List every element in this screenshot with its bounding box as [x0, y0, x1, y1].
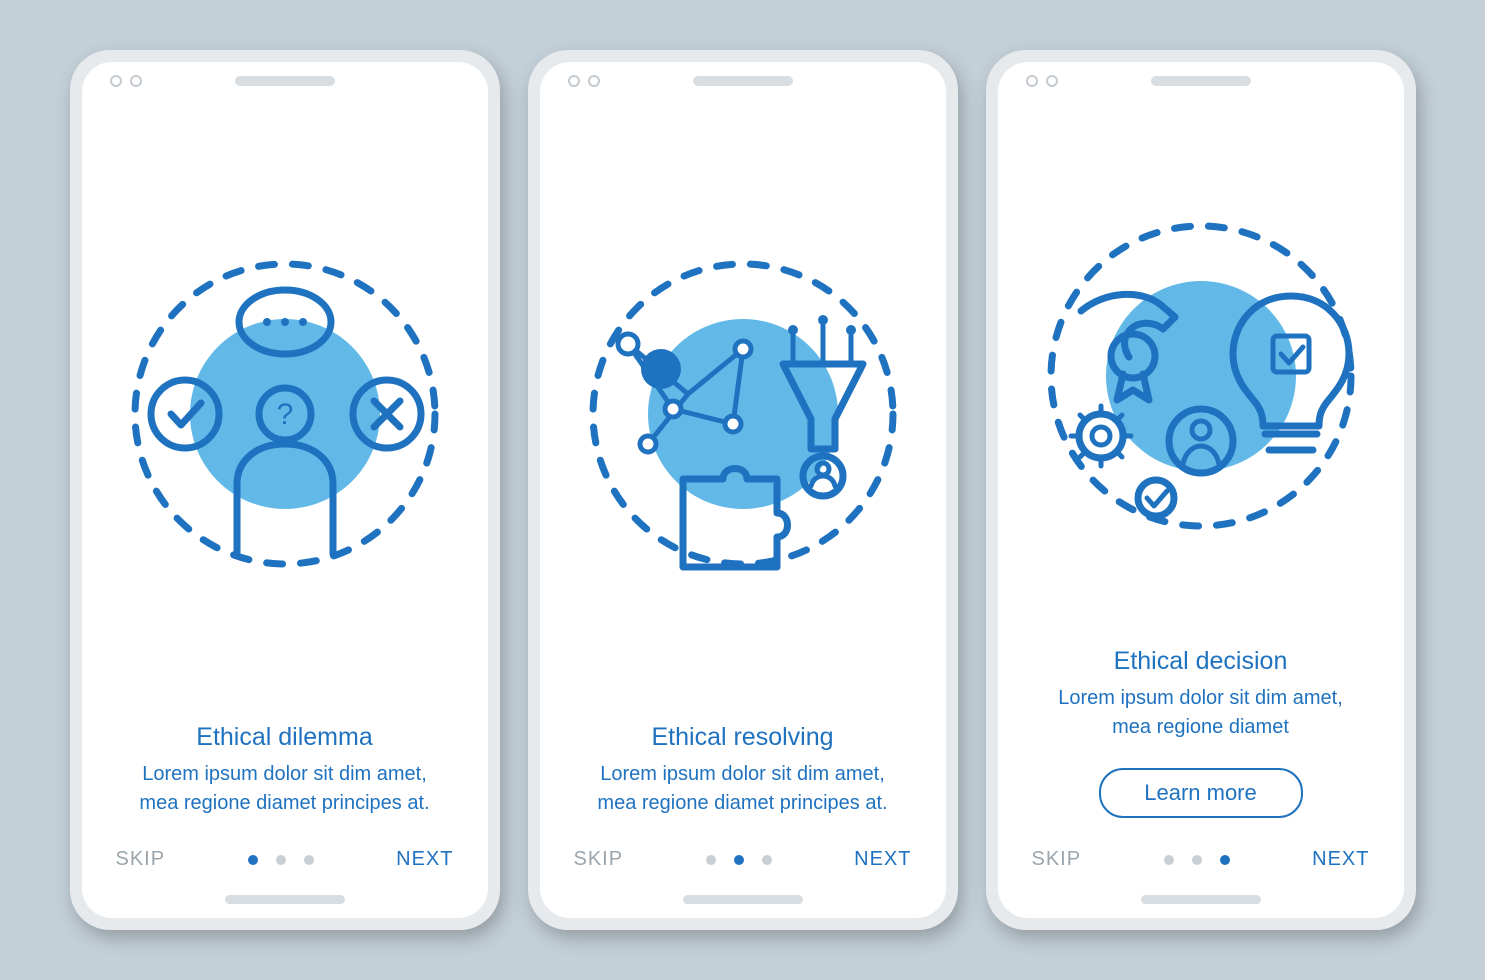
pager-dot[interactable] [762, 855, 772, 865]
pager-dot[interactable] [304, 855, 314, 865]
illustration [998, 92, 1404, 635]
home-indicator [1141, 895, 1261, 904]
illustration: ? [82, 92, 488, 711]
pager-dot[interactable] [1192, 855, 1202, 865]
dilemma-icon: ? [125, 254, 445, 574]
pager [248, 855, 314, 865]
onboarding-title: Ethical dilemma [82, 711, 488, 760]
resolving-icon [583, 254, 903, 574]
learn-more-button[interactable]: Learn more [1099, 768, 1303, 818]
camera-dots [568, 75, 600, 87]
onboarding-body: Lorem ipsum dolor sit dim amet, mea regi… [540, 760, 946, 818]
pager-dot[interactable] [276, 855, 286, 865]
svg-text:?: ? [276, 398, 293, 431]
speaker-icon [235, 76, 335, 86]
skip-button[interactable]: SKIP [116, 848, 166, 871]
decision-icon [1041, 216, 1361, 536]
status-bar [82, 62, 488, 92]
pager-dot[interactable] [706, 855, 716, 865]
onboarding-title: Ethical resolving [540, 711, 946, 760]
pager [706, 855, 772, 865]
nav-bar: SKIP NEXT [82, 818, 488, 885]
status-bar [540, 62, 946, 92]
home-indicator [225, 895, 345, 904]
onboarding-body: Lorem ipsum dolor sit dim amet, mea regi… [82, 760, 488, 818]
camera-dots [110, 75, 142, 87]
phone-mockup-3: Ethical decision Lorem ipsum dolor sit d… [986, 50, 1416, 930]
pager-dot[interactable] [1220, 855, 1230, 865]
screen-3: Ethical decision Lorem ipsum dolor sit d… [998, 62, 1404, 918]
skip-button[interactable]: SKIP [1032, 848, 1082, 871]
phone-mockup-1: ? Ethical dilemma Lorem ipsum dolor sit … [70, 50, 500, 930]
phone-mockup-2: Ethical resolving Lorem ipsum dolor sit … [528, 50, 958, 930]
illustration [540, 92, 946, 711]
pager-dot[interactable] [734, 855, 744, 865]
skip-button[interactable]: SKIP [574, 848, 624, 871]
camera-dots [1026, 75, 1058, 87]
nav-bar: SKIP NEXT [998, 818, 1404, 885]
pager-dot[interactable] [248, 855, 258, 865]
onboarding-body: Lorem ipsum dolor sit dim amet, mea regi… [998, 684, 1404, 742]
status-bar [998, 62, 1404, 92]
next-button[interactable]: NEXT [396, 848, 453, 871]
onboarding-title: Ethical decision [998, 635, 1404, 684]
next-button[interactable]: NEXT [854, 848, 911, 871]
home-indicator [683, 895, 803, 904]
speaker-icon [1151, 76, 1251, 86]
pager [1164, 855, 1230, 865]
screen-2: Ethical resolving Lorem ipsum dolor sit … [540, 62, 946, 918]
speaker-icon [693, 76, 793, 86]
screen-1: ? Ethical dilemma Lorem ipsum dolor sit … [82, 62, 488, 918]
next-button[interactable]: NEXT [1312, 848, 1369, 871]
nav-bar: SKIP NEXT [540, 818, 946, 885]
pager-dot[interactable] [1164, 855, 1174, 865]
